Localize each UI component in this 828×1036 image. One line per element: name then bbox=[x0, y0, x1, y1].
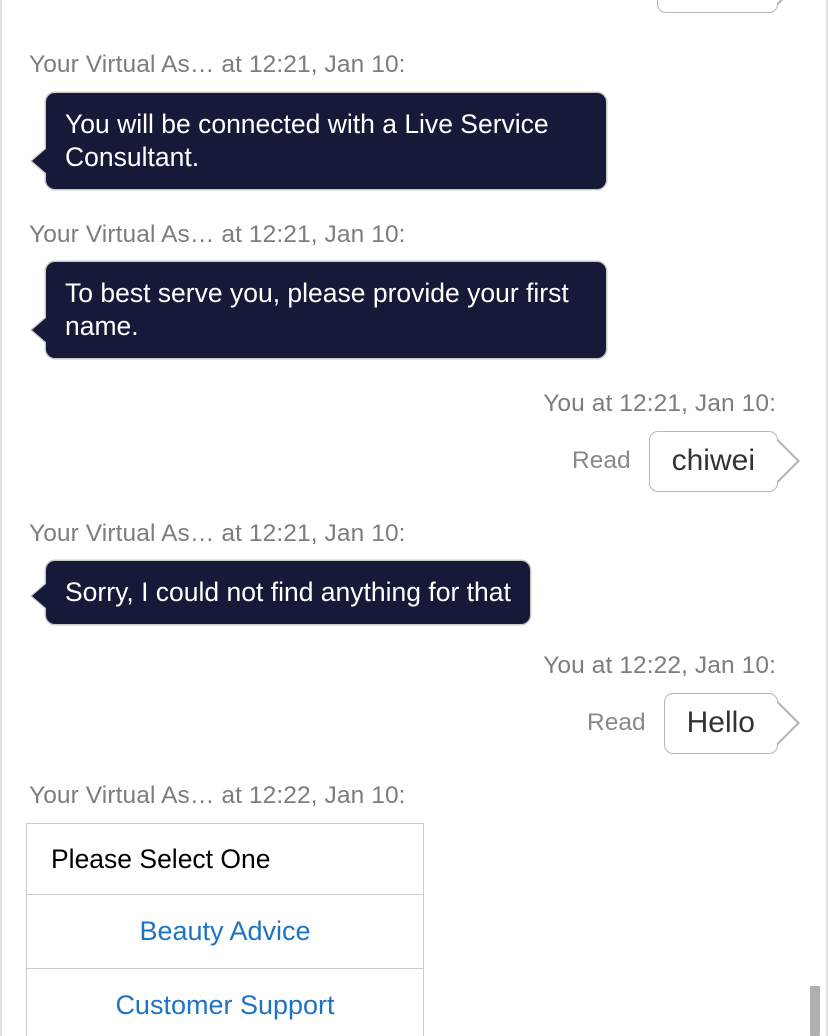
message-group-user-hello: You at 12:22, Jan 10: Read Hello bbox=[24, 652, 804, 754]
message-row: Sorry, I could not find anything for tha… bbox=[24, 561, 804, 624]
chat-message-log: Read Other Your Virtual As… at 12:21, Ja… bbox=[2, 0, 826, 1036]
read-receipt-label: Read bbox=[587, 709, 646, 736]
chat-window: Read Other Your Virtual As… at 12:21, Ja… bbox=[0, 0, 828, 1036]
option-card-header: Please Select One bbox=[27, 824, 423, 895]
vertical-scrollbar-thumb[interactable] bbox=[810, 986, 820, 1036]
user-message-bubble[interactable]: chiwei bbox=[648, 430, 778, 492]
message-meta: You at 12:22, Jan 10: bbox=[543, 652, 776, 679]
message-row: You will be connected with a Live Servic… bbox=[24, 92, 804, 189]
message-row: To best serve you, please provide your f… bbox=[24, 262, 804, 358]
message-group-agent-firstname: Your Virtual As… at 12:21, Jan 10: To be… bbox=[24, 220, 804, 358]
message-group-user-other: Read Other bbox=[24, 0, 804, 13]
user-message-bubble[interactable]: Other bbox=[656, 0, 778, 13]
message-row: Read Hello bbox=[24, 692, 804, 754]
vertical-scrollbar-track[interactable] bbox=[810, 0, 824, 1036]
option-item-customer-support[interactable]: Customer Support bbox=[27, 969, 423, 1036]
read-receipt-label: Read bbox=[572, 447, 631, 474]
message-meta: Your Virtual As… at 12:21, Jan 10: bbox=[29, 51, 406, 78]
agent-message-bubble[interactable]: You will be connected with a Live Servic… bbox=[46, 92, 606, 189]
agent-message-bubble[interactable]: To best serve you, please provide your f… bbox=[46, 262, 606, 358]
message-meta: Your Virtual As… at 12:21, Jan 10: bbox=[29, 220, 406, 248]
message-meta: Your Virtual As… at 12:21, Jan 10: bbox=[29, 519, 406, 547]
message-row: Please Select One Beauty Advice Customer… bbox=[24, 823, 804, 1036]
message-group-user-chiwei: You at 12:21, Jan 10: Read chiwei bbox=[24, 390, 804, 492]
message-meta: Your Virtual As… at 12:22, Jan 10: bbox=[29, 781, 406, 809]
option-select-card: Please Select One Beauty Advice Customer… bbox=[26, 823, 424, 1036]
message-group-agent-connect: Your Virtual As… at 12:21, Jan 10: You w… bbox=[24, 51, 804, 189]
user-message-bubble[interactable]: Hello bbox=[663, 692, 778, 754]
option-item-beauty-advice[interactable]: Beauty Advice bbox=[27, 895, 423, 969]
message-group-agent-options: Your Virtual As… at 12:22, Jan 10: Pleas… bbox=[24, 781, 804, 1036]
message-group-agent-sorry: Your Virtual As… at 12:21, Jan 10: Sorry… bbox=[24, 519, 804, 624]
message-meta: You at 12:21, Jan 10: bbox=[543, 390, 776, 417]
message-row: Read Other bbox=[24, 0, 804, 13]
message-row: Read chiwei bbox=[24, 430, 804, 492]
agent-message-bubble[interactable]: Sorry, I could not find anything for tha… bbox=[46, 561, 530, 624]
